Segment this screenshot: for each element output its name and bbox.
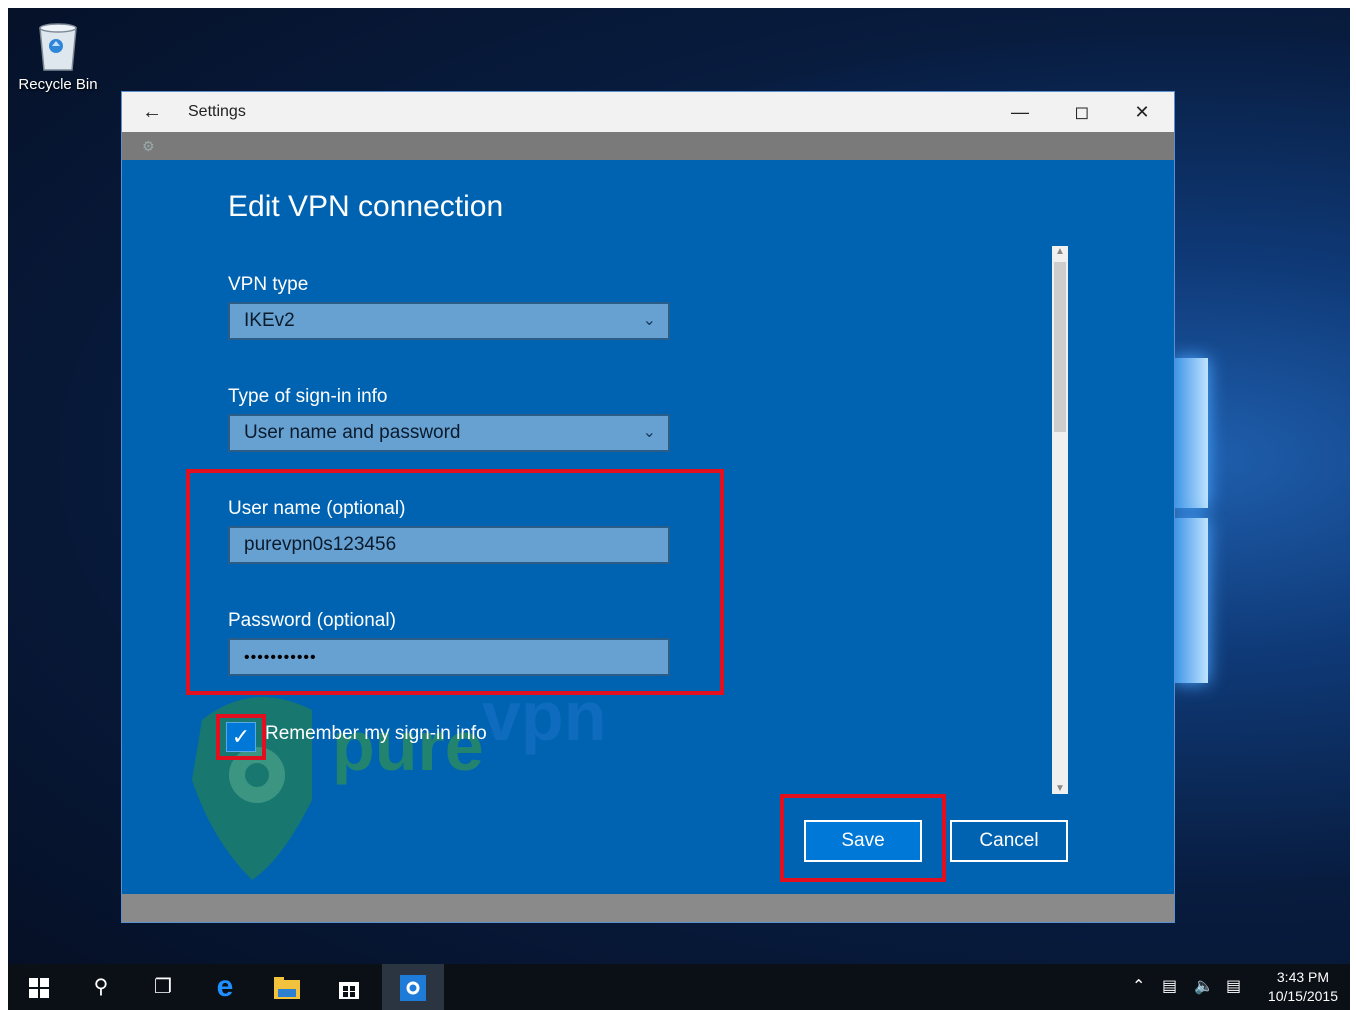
purevpn-watermark: pure vpn [192,680,606,880]
store-icon[interactable] [318,964,380,1010]
close-icon: ✕ [1134,102,1150,122]
edge-icon[interactable]: e [194,964,256,1010]
background-page-strip: ⚙ [122,132,1174,160]
minimize-icon: — [1011,102,1029,122]
clock-date: 10/15/2015 [1267,988,1338,1004]
minimize-button[interactable]: — [990,92,1050,132]
windows-start-icon[interactable] [8,964,70,1010]
title-bar: ← Settings — ◻ ✕ [122,92,1174,132]
window-title: Settings [188,103,246,120]
chevron-down-icon: ⌄ [642,312,656,329]
maximize-icon: ◻ [1074,102,1090,122]
password-input[interactable]: ••••••••••• [228,638,670,676]
vpn-type-label: VPN type [228,274,309,295]
vpn-type-value: IKEv2 [244,310,295,331]
scrollbar[interactable]: ▲ ▼ [1052,246,1068,794]
username-value: purevpn0s123456 [244,534,397,555]
password-label: Password (optional) [228,610,396,631]
signin-type-value: User name and password [244,422,461,443]
clock[interactable]: 3:43 PM 10/15/2015 [1268,968,1338,1006]
scrollbar-thumb[interactable] [1054,262,1066,432]
username-input[interactable]: purevpn0s123456 [228,526,670,564]
signin-type-dropdown[interactable]: User name and password ⌄ [228,414,670,452]
window-bottom-strip [122,894,1174,922]
recycle-bin-label: Recycle Bin [18,76,98,93]
save-button[interactable]: Save [804,820,922,862]
scroll-down-icon[interactable]: ▼ [1052,783,1068,794]
taskbar: ⚲ ❐ e ⌃ ▤ 🔈 ▤ 3:43 PM 10/15/2015 [8,964,1350,1010]
checkmark-icon: ✓ [231,724,251,749]
recycle-bin-icon [36,20,80,72]
back-button[interactable]: ← [122,101,182,124]
close-button[interactable]: ✕ [1112,92,1172,132]
username-label: User name (optional) [228,498,406,519]
watermark-brand: pure [332,707,484,785]
signin-type-label: Type of sign-in info [228,386,388,407]
action-center-icon[interactable]: ▤ [1226,964,1241,1010]
network-icon[interactable]: ▤ [1162,964,1177,1010]
arrow-left-icon: ← [142,100,162,123]
volume-icon[interactable]: 🔈 [1194,964,1214,1010]
recycle-bin[interactable]: Recycle Bin [18,20,98,93]
maximize-button[interactable]: ◻ [1052,92,1112,132]
edit-vpn-dialog: pure vpn Edit VPN connection VPN type IK… [122,160,1174,894]
scroll-up-icon[interactable]: ▲ [1052,246,1068,257]
dialog-title: Edit VPN connection [228,190,504,223]
remember-checkbox[interactable]: ✓ [226,722,256,752]
windows-wallpaper-logo [1174,358,1214,688]
task-view-icon[interactable]: ❐ [132,964,194,1010]
settings-window: ← Settings — ◻ ✕ ⚙ pure vpn Edit VPN con… [122,92,1174,922]
desktop: Recycle Bin ← Settings — ◻ ✕ ⚙ pure vpn … [8,8,1350,1010]
svg-text:vpn: vpn [482,680,606,755]
show-hidden-icons-icon[interactable]: ⌃ [1132,964,1145,1010]
cancel-button[interactable]: Cancel [950,820,1068,862]
settings-icon[interactable] [382,964,444,1010]
gear-icon: ⚙ [142,138,155,154]
chevron-down-icon: ⌄ [642,424,656,441]
file-explorer-icon[interactable] [256,964,318,1010]
clock-time: 3:43 PM [1276,969,1330,985]
vpn-type-dropdown[interactable]: IKEv2 ⌄ [228,302,670,340]
remember-label: Remember my sign-in info [265,723,487,744]
search-icon[interactable]: ⚲ [70,964,132,1010]
password-value: ••••••••••• [244,649,317,666]
